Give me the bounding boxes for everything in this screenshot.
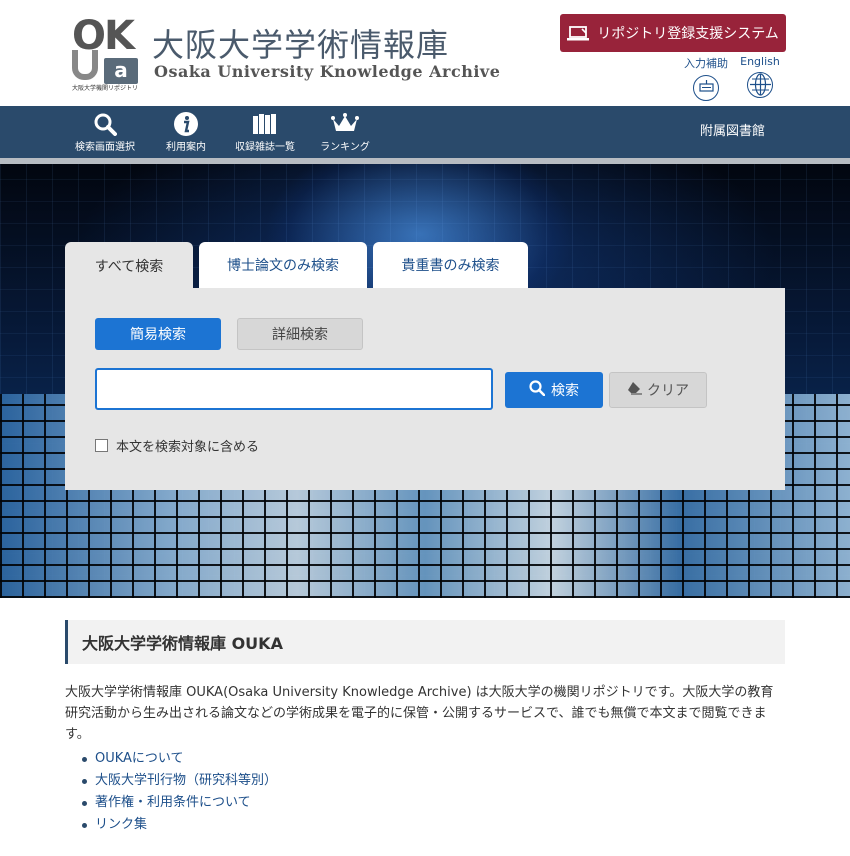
english-label: English bbox=[740, 55, 780, 68]
search-panel: 簡易検索 詳細検索 検索 クリア 本文を検索対象に含める bbox=[65, 288, 785, 490]
info-links: OUKAについて 大阪大学刊行物（研究科等別） 著作権・利用条件について リンク… bbox=[82, 748, 277, 836]
globe-icon bbox=[747, 72, 773, 98]
repository-registration-label: リポジトリ登録支援システム bbox=[597, 26, 779, 42]
tab-thesis-search[interactable]: 博士論文のみ検索 bbox=[199, 242, 367, 288]
search-button-label: 検索 bbox=[551, 383, 579, 399]
site-logo[interactable]: OK a 大阪大学機関リポジトリ bbox=[72, 16, 142, 92]
search-icon bbox=[529, 380, 546, 400]
monitor-icon bbox=[567, 26, 590, 41]
nav-item-label: 検索画面選択 bbox=[75, 142, 135, 153]
simple-search-button[interactable]: 簡易検索 bbox=[95, 318, 221, 350]
nav-item-guide[interactable]: 利用案内 bbox=[158, 110, 214, 153]
nav-item-label: 利用案内 bbox=[166, 142, 206, 153]
eraser-icon bbox=[627, 381, 643, 399]
tab-rare-books-search[interactable]: 貴重書のみ検索 bbox=[373, 242, 528, 288]
link-about-ouka[interactable]: OUKAについて bbox=[82, 748, 277, 770]
english-link[interactable]: English bbox=[736, 55, 784, 98]
search-icon bbox=[72, 110, 138, 138]
logo-u-shape bbox=[72, 50, 98, 80]
logo-a-box: a bbox=[104, 58, 138, 84]
tab-all-search[interactable]: すべて検索 bbox=[65, 242, 193, 290]
library-link[interactable]: 附属図書館 bbox=[700, 120, 765, 139]
repository-description: 大阪大学学術情報庫 OUKA(Osaka University Knowledg… bbox=[65, 685, 774, 742]
advanced-search-button[interactable]: 詳細検索 bbox=[237, 318, 363, 350]
clear-button[interactable]: クリア bbox=[609, 372, 707, 408]
site-header: OK a 大阪大学機関リポジトリ 大阪大学学術情報庫 Osaka Univers… bbox=[0, 0, 850, 106]
search-input[interactable] bbox=[95, 368, 493, 410]
crown-icon bbox=[316, 110, 374, 138]
site-title-en[interactable]: Osaka University Knowledge Archive bbox=[154, 62, 500, 81]
accessibility-label: 入力補助 bbox=[684, 57, 728, 70]
nav-item-ranking[interactable]: ランキング bbox=[316, 110, 374, 153]
main-navigation: 検索画面選択 利用案内 収録雑誌一覧 ランキング 附属図書館 bbox=[0, 106, 850, 158]
fulltext-label: 本文を検索対象に含める bbox=[116, 440, 260, 455]
clear-button-label: クリア bbox=[647, 383, 689, 399]
nav-item-label: ランキング bbox=[320, 142, 370, 153]
logo-caption: 大阪大学機関リポジトリ bbox=[72, 85, 139, 92]
link-collection[interactable]: リンク集 bbox=[82, 814, 277, 836]
search-button[interactable]: 検索 bbox=[505, 372, 603, 408]
accessibility-link[interactable]: 入力補助 bbox=[682, 55, 730, 101]
repository-registration-button[interactable]: リポジトリ登録支援システム bbox=[560, 14, 786, 52]
fulltext-checkbox[interactable] bbox=[95, 439, 108, 452]
nav-item-label: 収録雑誌一覧 bbox=[235, 142, 295, 153]
keyboard-icon bbox=[693, 75, 719, 101]
link-university-publications[interactable]: 大阪大学刊行物（研究科等別） bbox=[82, 770, 277, 792]
site-title-ja[interactable]: 大阪大学学術情報庫 bbox=[152, 20, 449, 66]
fulltext-option[interactable]: 本文を検索対象に含める bbox=[95, 436, 259, 455]
nav-item-search-select[interactable]: 検索画面選択 bbox=[72, 110, 138, 153]
books-icon bbox=[232, 110, 298, 138]
nav-item-journals[interactable]: 収録雑誌一覧 bbox=[232, 110, 298, 153]
info-icon bbox=[158, 110, 214, 138]
link-copyright-terms[interactable]: 著作権・利用条件について bbox=[82, 792, 277, 814]
section-heading: 大阪大学学術情報庫 OUKA bbox=[65, 620, 785, 664]
